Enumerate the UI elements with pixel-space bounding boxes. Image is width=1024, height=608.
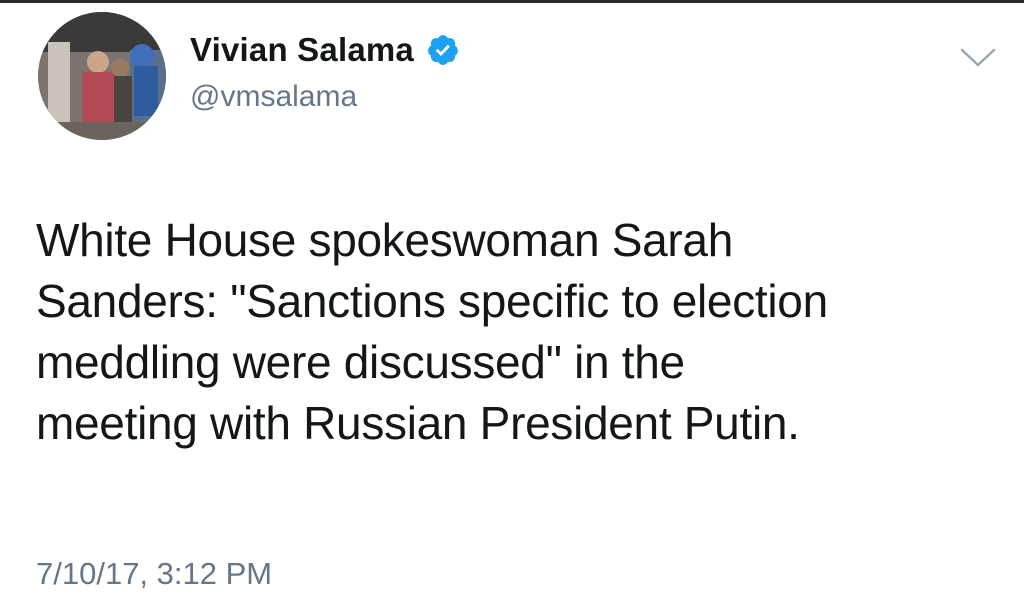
- user-info: Vivian Salama @vmsalama: [190, 28, 460, 114]
- display-name-row: Vivian Salama: [190, 28, 460, 72]
- verified-badge-icon: [426, 33, 460, 67]
- display-name[interactable]: Vivian Salama: [190, 31, 414, 69]
- tweet-text: White House spokeswoman Sarah Sanders: "…: [36, 214, 828, 449]
- profile-photo: [38, 12, 166, 140]
- tweet-card: Vivian Salama @vmsalama White House spok…: [0, 0, 1024, 608]
- chevron-down-icon[interactable]: [958, 46, 998, 70]
- user-handle[interactable]: @vmsalama: [190, 80, 460, 114]
- tweet-timestamp[interactable]: 7/10/17, 3:12 PM: [36, 556, 272, 592]
- avatar[interactable]: [38, 12, 166, 140]
